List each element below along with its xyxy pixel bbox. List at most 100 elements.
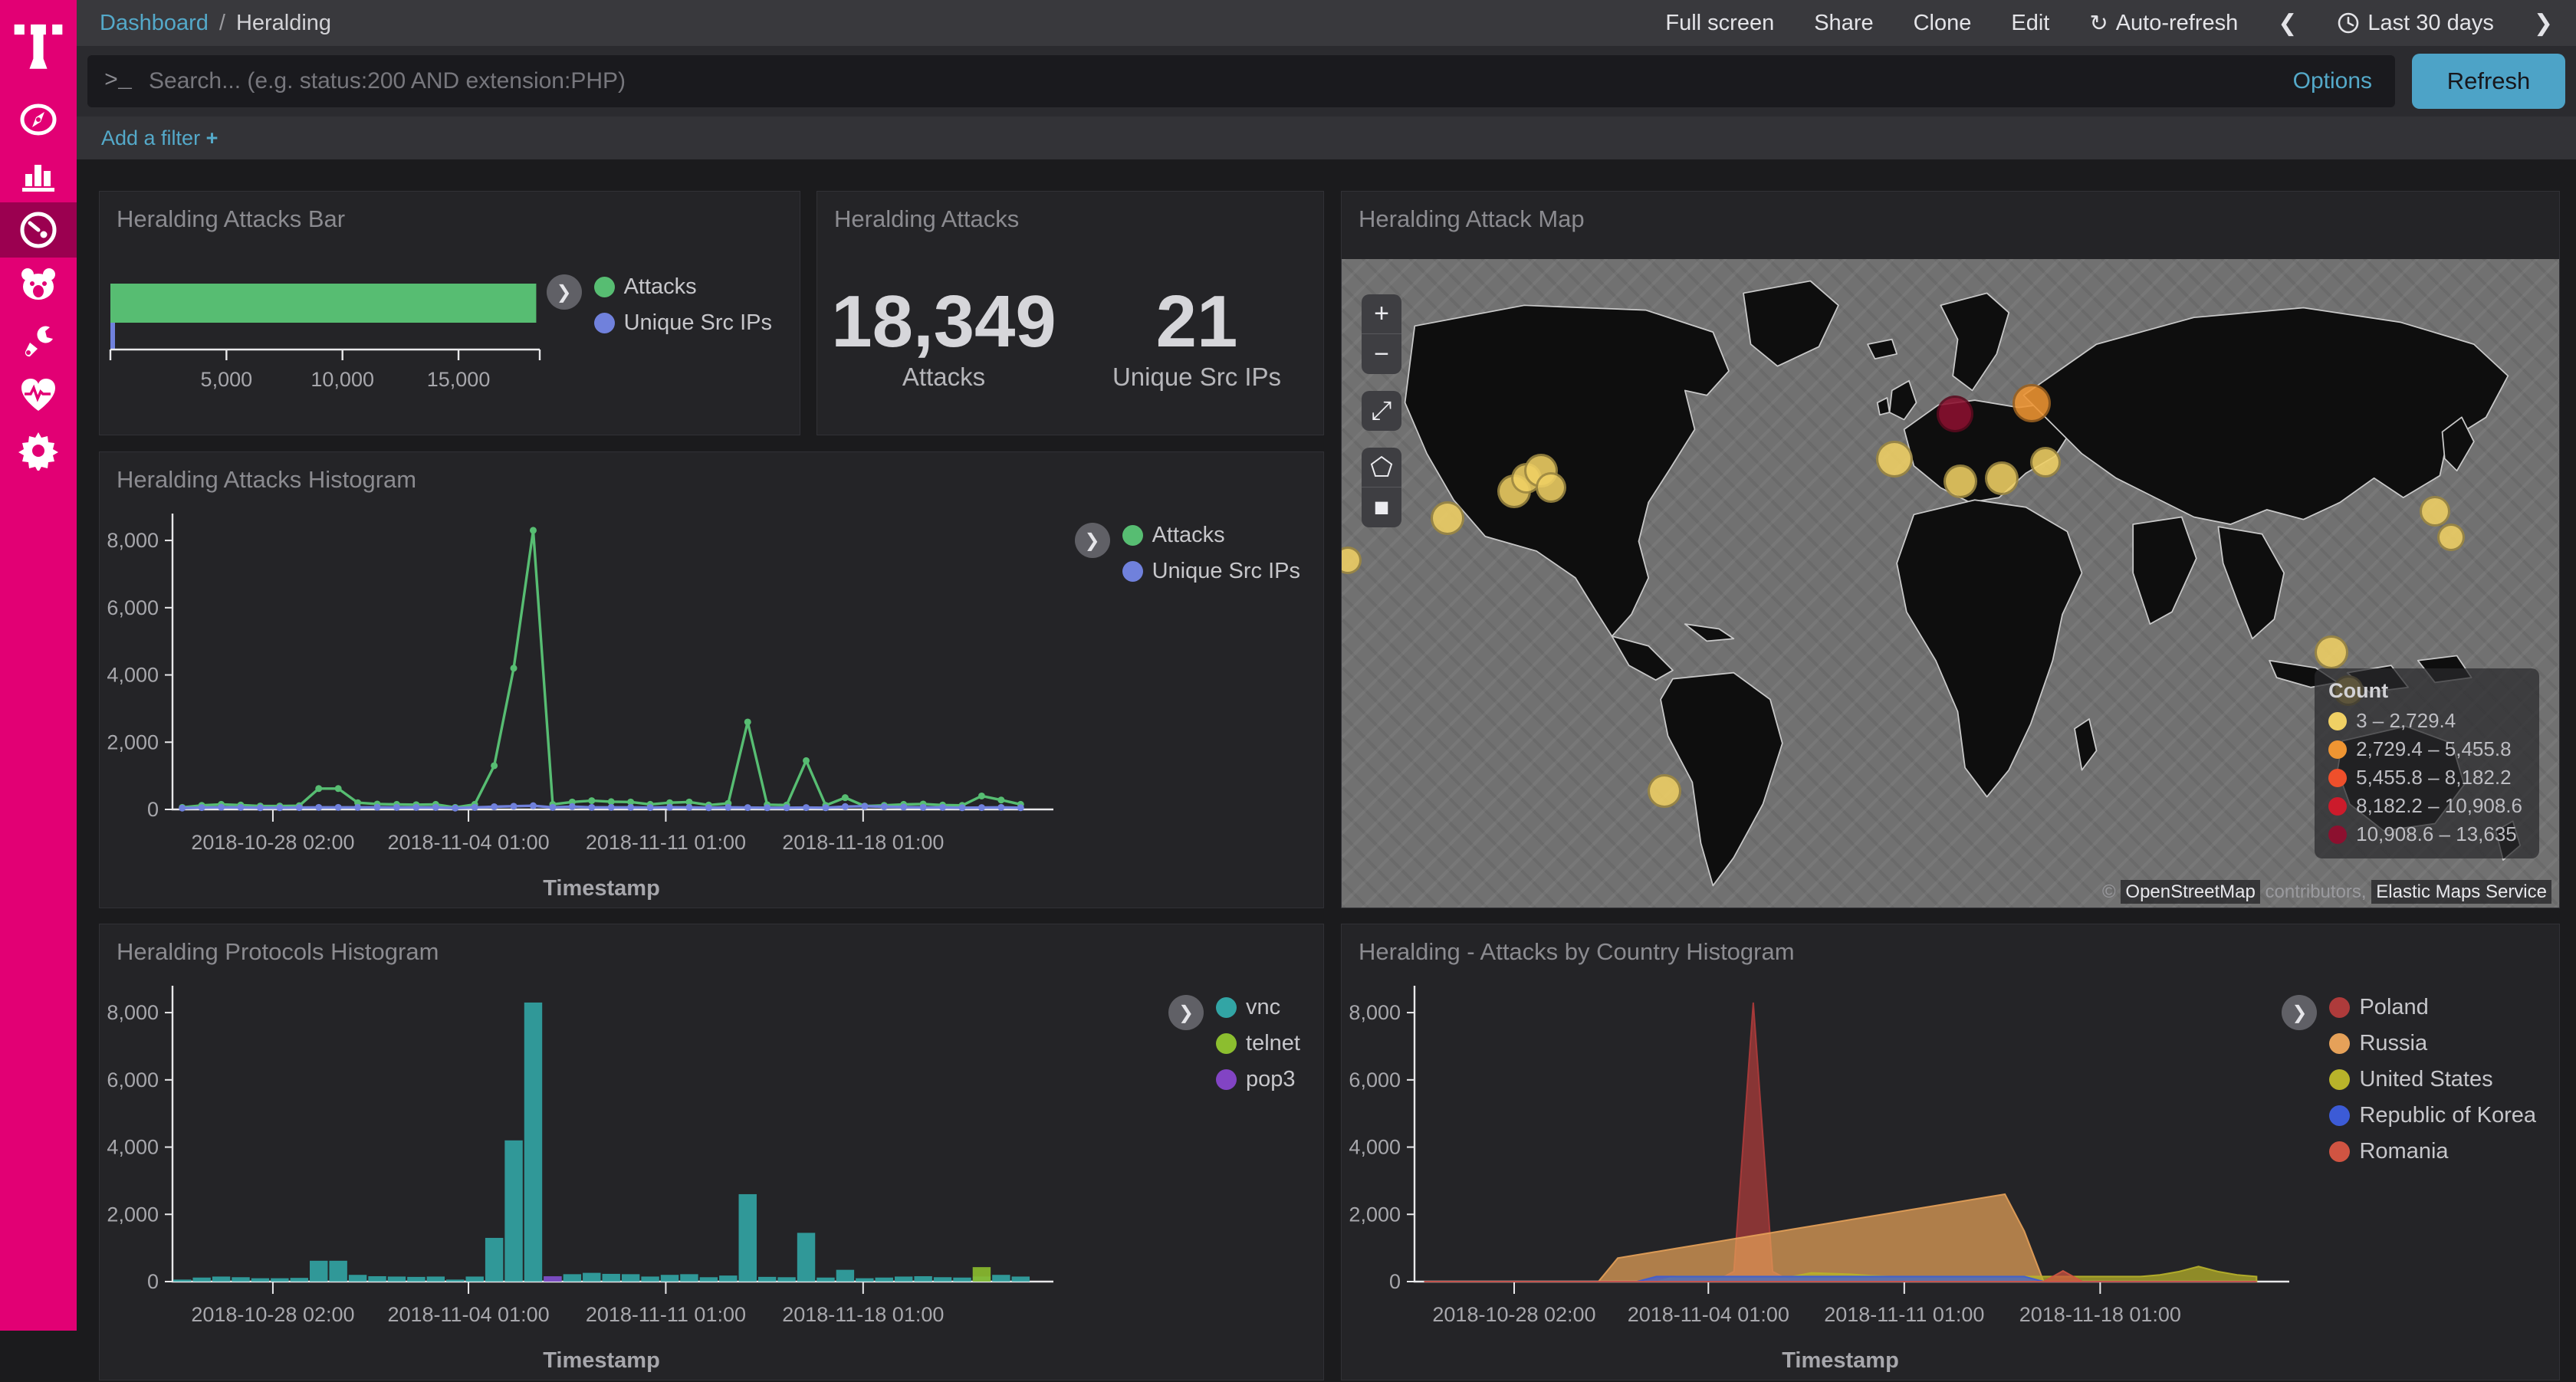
telekom-t-logo[interactable] xyxy=(0,0,77,92)
attack-location-dot[interactable] xyxy=(1985,461,2019,495)
edit-button[interactable]: Edit xyxy=(2011,11,2049,36)
refresh-button[interactable]: Refresh xyxy=(2412,54,2565,109)
legend-color-dot xyxy=(1122,525,1143,546)
svg-text:2018-11-11 01:00: 2018-11-11 01:00 xyxy=(586,1303,746,1326)
attack-location-dot[interactable] xyxy=(1648,774,1681,808)
legend-color-dot xyxy=(2329,997,2350,1018)
breadcrumb-current: Heralding xyxy=(236,11,331,36)
legend-label: Russia xyxy=(2359,1031,2427,1056)
auto-refresh-button[interactable]: ↻ Auto-refresh xyxy=(2089,10,2238,37)
legend-color-dot xyxy=(2329,1141,2350,1162)
legend-color-dot xyxy=(2328,769,2347,787)
sidebar-item-dev-tools[interactable] xyxy=(0,313,77,368)
svg-text:0: 0 xyxy=(1389,1270,1401,1293)
attack-location-dot[interactable] xyxy=(1431,501,1464,535)
sidebar-item-timelion[interactable] xyxy=(0,258,77,313)
map-draw-rectangle-button[interactable]: ■ xyxy=(1362,487,1401,527)
panel-title: Heralding Protocols Histogram xyxy=(100,924,1323,966)
legend-item[interactable]: United States xyxy=(2329,1067,2536,1092)
map-controls: +− ⤢ ⬠■ xyxy=(1362,294,1401,527)
legend-item[interactable]: vnc xyxy=(1216,995,1300,1020)
svg-text:Timestamp: Timestamp xyxy=(1782,1348,1899,1373)
svg-text:2018-10-28 02:00: 2018-10-28 02:00 xyxy=(191,831,354,854)
attack-location-dot[interactable] xyxy=(2013,384,2051,422)
attack-location-dot[interactable] xyxy=(2437,524,2465,551)
panel-attack-map: Heralding Attack Map +− ⤢ ⬠■ Count 3 – 2,729… xyxy=(1341,191,2560,908)
legend-item[interactable]: telnet xyxy=(1216,1031,1300,1056)
sidebar-item-visualize[interactable] xyxy=(0,147,77,202)
legend-color-dot xyxy=(2328,740,2347,759)
time-forward-button[interactable]: ❯ xyxy=(2534,10,2553,37)
attack-location-dot[interactable] xyxy=(1937,396,1973,432)
legend-label: Republic of Korea xyxy=(2359,1103,2536,1128)
svg-text:15,000: 15,000 xyxy=(427,368,491,391)
legend-label: pop3 xyxy=(1246,1067,1296,1092)
legend-color-dot xyxy=(2329,1033,2350,1054)
svg-text:2018-10-28 02:00: 2018-10-28 02:00 xyxy=(1432,1303,1595,1326)
sidebar-item-monitoring[interactable] xyxy=(0,368,77,423)
panel-attacks-bar: Heralding Attacks Bar 5,00010,00015,000 … xyxy=(99,191,800,435)
legend-toggle-icon[interactable]: ❯ xyxy=(547,274,582,310)
legend-toggle-icon[interactable]: ❯ xyxy=(1075,523,1110,558)
attack-location-dot[interactable] xyxy=(2030,447,2061,478)
legend-toggle-icon[interactable]: ❯ xyxy=(1168,995,1204,1030)
map-legend-row: 8,182.2 – 10,908.6 xyxy=(2328,794,2522,818)
legend-color-dot xyxy=(2328,826,2347,844)
search-box[interactable]: >_ xyxy=(87,55,2270,107)
heartbeat-icon xyxy=(18,376,58,415)
app-sidebar xyxy=(0,0,77,1331)
sidebar-item-management[interactable] xyxy=(0,423,77,478)
map-legend-title: Count xyxy=(2328,679,2522,703)
share-button[interactable]: Share xyxy=(1814,11,1873,36)
legend-item[interactable]: Unique Src IPs xyxy=(1122,559,1300,584)
map-count-legend: Count3 – 2,729.42,729.4 – 5,455.85,455.8… xyxy=(2315,668,2539,858)
panel-title: Heralding Attack Map xyxy=(1342,192,2559,233)
map-zoom-in-button[interactable]: + xyxy=(1362,294,1401,334)
attack-location-dot[interactable] xyxy=(1536,472,1566,503)
ems-attribution-link[interactable]: Elastic Maps Service xyxy=(2371,880,2551,904)
attack-location-dot[interactable] xyxy=(2315,635,2348,669)
options-link[interactable]: Options xyxy=(2293,68,2372,94)
legend-item[interactable]: Poland xyxy=(2329,995,2536,1020)
legend-label: vnc xyxy=(1246,995,1280,1020)
clone-button[interactable]: Clone xyxy=(1914,11,1972,36)
legend-toggle-icon[interactable]: ❯ xyxy=(2282,995,2317,1030)
search-bar-row: >_ Options Refresh xyxy=(77,46,2576,117)
metric-value: 21 xyxy=(1070,284,1323,361)
map-fit-bounds-button[interactable]: ⤢ xyxy=(1362,391,1401,431)
sidebar-item-discover[interactable] xyxy=(0,92,77,147)
attack-location-dot[interactable] xyxy=(1944,464,1977,498)
map-draw-polygon-button[interactable]: ⬠ xyxy=(1362,448,1401,487)
map-zoom-out-button[interactable]: − xyxy=(1362,334,1401,374)
legend-color-dot xyxy=(594,313,615,333)
svg-text:2018-11-11 01:00: 2018-11-11 01:00 xyxy=(1824,1303,1984,1326)
time-range-picker[interactable]: Last 30 days xyxy=(2337,11,2493,36)
fit-bounds-icon: ⤢ xyxy=(1371,396,1392,426)
svg-text:10,000: 10,000 xyxy=(310,368,374,391)
legend-item[interactable]: Attacks xyxy=(594,274,772,300)
attribution-text: contributors, xyxy=(2260,881,2371,902)
map-legend-row: 10,908.6 – 13,635 xyxy=(2328,822,2522,846)
legend-item[interactable]: Romania xyxy=(2329,1139,2536,1164)
refresh-cycle-icon: ↻ xyxy=(2089,10,2108,37)
time-back-button[interactable]: ❮ xyxy=(2278,10,2297,37)
fullscreen-button[interactable]: Full screen xyxy=(1665,11,1774,36)
sidebar-item-dashboard[interactable] xyxy=(0,202,77,258)
topbar-menu: Full screen Share Clone Edit ↻ Auto-refr… xyxy=(1665,10,2553,37)
legend-item[interactable]: Unique Src IPs xyxy=(594,310,772,336)
bear-icon xyxy=(18,265,58,305)
gear-icon xyxy=(18,431,58,471)
legend-item[interactable]: Attacks xyxy=(1122,523,1300,548)
attack-location-dot[interactable] xyxy=(1876,441,1913,478)
breadcrumb-dashboard[interactable]: Dashboard xyxy=(100,11,209,36)
search-input[interactable] xyxy=(149,68,2253,94)
add-filter-link[interactable]: Add a filter + xyxy=(101,126,218,150)
attack-location-dot[interactable] xyxy=(2420,496,2450,527)
legend-item[interactable]: pop3 xyxy=(1216,1067,1300,1092)
legend-range-label: 3 – 2,729.4 xyxy=(2356,709,2456,733)
legend-label: telnet xyxy=(1246,1031,1300,1056)
legend-item[interactable]: Republic of Korea xyxy=(2329,1103,2536,1128)
world-map[interactable]: +−⤢⬠■Count3 – 2,729.42,729.4 – 5,455.85,… xyxy=(1342,259,2559,908)
osm-attribution-link[interactable]: OpenStreetMap xyxy=(2121,880,2259,904)
legend-item[interactable]: Russia xyxy=(2329,1031,2536,1056)
